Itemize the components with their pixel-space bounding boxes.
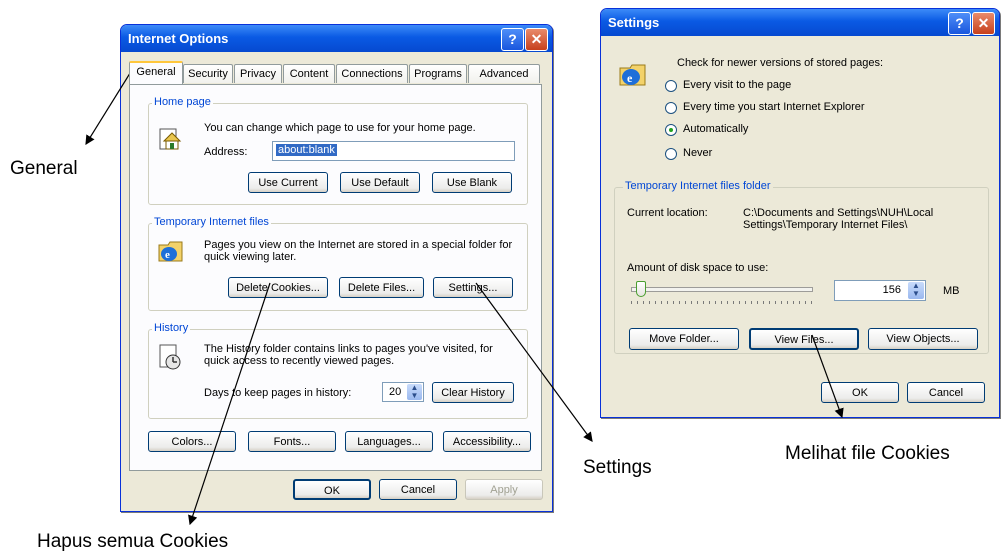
arrow-view-files: [811, 334, 844, 419]
callout-general: General: [10, 158, 78, 179]
arrow-delete-cookies: [188, 282, 271, 526]
callout-settings: Settings: [583, 457, 652, 478]
tab-general[interactable]: General: [129, 61, 183, 84]
callout-delete-cookies: Hapus semua Cookies: [37, 531, 229, 552]
arrow-general: [85, 69, 133, 146]
callout-view-files: Melihat file Cookies: [785, 443, 950, 464]
arrow-settings: [475, 282, 593, 442]
